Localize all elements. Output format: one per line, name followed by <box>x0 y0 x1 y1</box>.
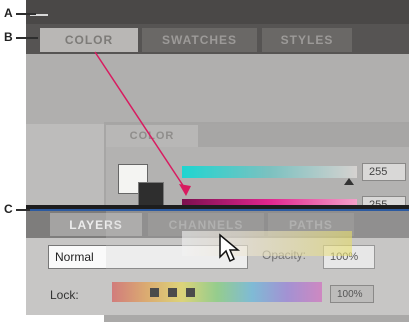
arrow-icon <box>94 51 191 196</box>
cursor-icon <box>219 233 241 263</box>
